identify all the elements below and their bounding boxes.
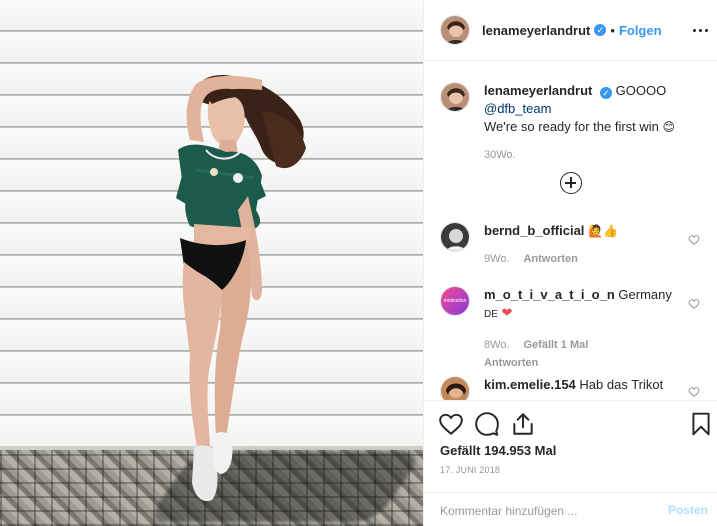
reply-button[interactable]: Antworten [523, 250, 577, 268]
avatar-logo-text: motivation [443, 298, 467, 304]
red-heart-emoji: ❤ [501, 306, 513, 321]
load-more-comments-icon[interactable] [560, 172, 582, 194]
comment-text: Germany [618, 287, 672, 302]
commenter-username[interactable]: bernd_b_official [484, 223, 584, 238]
comment-age[interactable]: 9Wo. [484, 250, 509, 268]
commenter-avatar[interactable] [440, 222, 470, 252]
caption-mention-link[interactable]: @dfb_team [484, 101, 551, 116]
add-comment-bar: Posten [424, 492, 717, 526]
verified-badge-icon: ✓ [594, 24, 607, 36]
more-options-icon[interactable] [690, 20, 710, 40]
bookmark-icon[interactable] [688, 411, 714, 437]
post-comment-button[interactable]: Posten [668, 503, 708, 517]
author-username[interactable]: lenameyerlandrut [482, 23, 590, 38]
post-header: lenameyerlandrut ✓ • Folgen [424, 0, 717, 61]
post-actions: Gefällt 194.953 Mal 17. JUNI 2018 [424, 400, 717, 480]
comment-item: bernd_b_official 🙋👍 9Wo. Antworten [440, 222, 710, 268]
author-avatar[interactable] [440, 15, 470, 45]
comment-text: Hab das Trikot [579, 377, 664, 392]
commenter-username[interactable]: kim.emelie.154 [484, 377, 576, 392]
commenter-username[interactable]: m_o_t_i_v_a_t_i_o_n [484, 287, 615, 302]
smile-emoji: 😊 [662, 120, 676, 134]
post-sidebar: lenameyerlandrut ✓ • Folgen lenameyerlan… [423, 0, 717, 526]
share-icon[interactable] [510, 411, 536, 437]
comments-list[interactable]: lenameyerlandrut ✓ GOOOO @dfb_team We're… [424, 62, 717, 400]
caption-text-line2: We're so ready for the first win [484, 119, 659, 134]
comment-item: kim.emelie.154 Hab das Trikot [440, 376, 710, 400]
post-photo[interactable] [0, 0, 423, 526]
verified-badge-icon: ✓ [600, 87, 612, 99]
person-figure [176, 75, 306, 502]
follow-button[interactable]: Folgen [619, 23, 662, 38]
comment-age[interactable]: 8Wo. [484, 336, 509, 354]
comment-item: motivation m_o_t_i_v_a_t_i_o_n Germany D… [440, 286, 710, 372]
caption-age[interactable]: 30Wo. [484, 146, 516, 164]
post-date[interactable]: 17. JUNI 2018 [440, 465, 500, 475]
comment-bubble-icon[interactable] [474, 411, 500, 437]
caption-avatar[interactable] [440, 82, 470, 112]
comment-input[interactable] [440, 501, 650, 521]
comment-like-heart-icon[interactable] [688, 386, 700, 398]
reply-button[interactable]: Antworten [484, 354, 538, 372]
comment-text-de: DE [484, 309, 498, 320]
commenter-avatar[interactable]: motivation [440, 286, 470, 316]
commenter-avatar[interactable] [440, 376, 470, 400]
heart-icon[interactable] [438, 411, 464, 437]
separator-dot: • [610, 22, 615, 38]
likes-count[interactable]: Gefällt 194.953 Mal [440, 443, 556, 458]
post-caption: lenameyerlandrut ✓ GOOOO @dfb_team We're… [440, 82, 710, 164]
comment-emoji: 🙋👍 [588, 224, 618, 238]
comment-like-heart-icon[interactable] [688, 234, 700, 246]
comment-likes-count[interactable]: Gefällt 1 Mal [523, 336, 588, 354]
caption-username[interactable]: lenameyerlandrut [484, 83, 592, 98]
comment-like-heart-icon[interactable] [688, 298, 700, 310]
caption-text-line1: GOOOO [615, 83, 667, 98]
